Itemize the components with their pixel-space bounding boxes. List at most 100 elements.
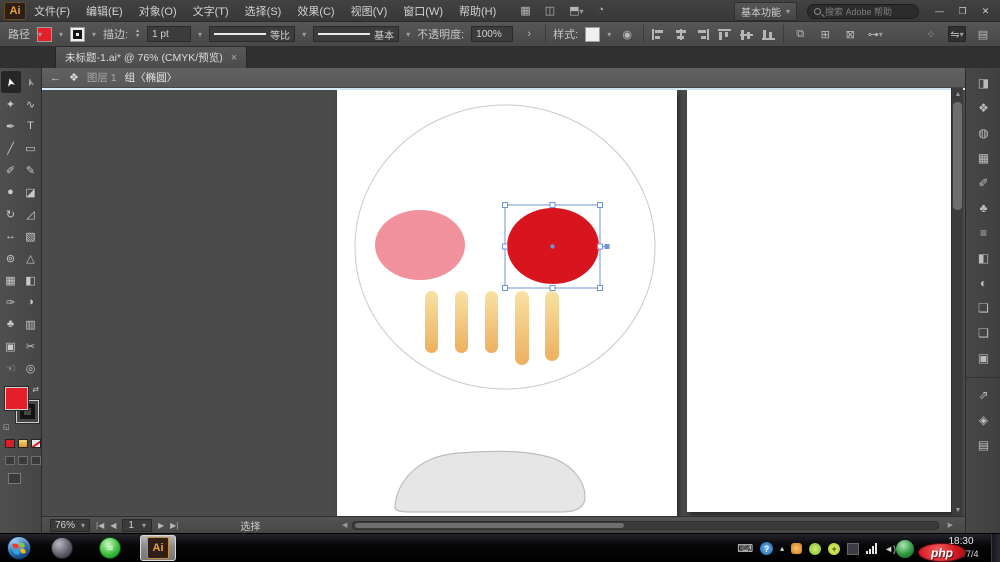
tray-orange-icon[interactable] [791,543,802,554]
shape-mode-icon[interactable]: ⊠ [841,26,859,42]
draw-normal-mode-icon[interactable] [5,456,15,465]
width-tool[interactable]: ↔ [1,225,21,247]
workspace-switcher-button[interactable]: 基本功能 [734,2,797,21]
selection-handle[interactable] [598,203,603,208]
selection-handle[interactable] [598,286,603,291]
zoom-tool[interactable]: ◎ [21,357,41,379]
default-fill-stroke-icon[interactable]: ◱ [3,423,10,431]
stroke-color-swatch[interactable] [70,27,85,42]
menu-object[interactable]: 对象(O) [139,3,177,19]
tooth-bar-5[interactable] [545,291,559,361]
minimize-button[interactable]: — [929,3,950,19]
selection-handle[interactable] [503,286,508,291]
menu-edit[interactable]: 编辑(E) [86,3,123,19]
align-right-icon[interactable] [695,28,710,41]
scroll-down-icon[interactable]: ▼ [952,504,964,516]
tooth-bar-2[interactable] [455,291,468,353]
restore-button[interactable]: ❐ [952,3,973,19]
recolor-artwork-icon[interactable]: ◉ [618,26,636,42]
menu-view[interactable]: 视图(V) [351,3,388,19]
style-dropdown-icon[interactable] [607,28,611,40]
isolate-selected-object-icon[interactable]: ⧉ [791,26,809,42]
last-artboard-button[interactable]: ▶| [170,521,178,530]
paintbrush-tool[interactable]: ✐ [1,159,21,181]
tray-plus-icon[interactable]: + [828,543,840,555]
app-logo[interactable]: Ai [4,2,26,20]
transform-icon[interactable]: ⊞ [816,26,834,42]
align-center-vertical-icon[interactable] [739,28,754,41]
help-search-input[interactable]: 搜索 Adobe 帮助 [807,4,919,19]
appearance-panel-icon[interactable]: ◍ [966,120,1000,145]
selection-center-point[interactable] [550,244,554,248]
tooth-bar-1[interactable] [425,291,438,353]
eyedropper-tool[interactable]: ✑ [1,291,21,313]
links-panel-icon[interactable]: ⇗ [966,382,1000,407]
artboard-number-select[interactable]: 1 [122,519,152,532]
menu-window[interactable]: 窗口(W) [403,3,443,19]
vertical-scrollbar[interactable]: ▲ ▼ [951,88,963,516]
perspective-grid-tool[interactable]: △ [21,247,41,269]
align-bottom-icon[interactable] [761,28,776,41]
swatches-panel-icon[interactable]: ▦ [966,145,1000,170]
panel-toggle-icon[interactable]: ⇋ [948,26,966,42]
scroll-up-icon[interactable]: ▲ [952,88,964,100]
direct-selection-tool[interactable]: ➣ [21,71,41,93]
swap-fill-stroke-icon[interactable]: ⇄ [32,385,39,394]
keyboard-icon[interactable]: ⌨ [737,542,753,555]
show-desktop-button[interactable] [991,534,1000,562]
vertical-scroll-thumb[interactable] [953,102,962,210]
canvas-area[interactable]: ▲ ▼ [42,88,965,516]
graphic-styles-panel-icon[interactable]: ❑ [966,295,1000,320]
previous-artboard-button[interactable]: ◀ [110,521,116,530]
scale-tool[interactable]: ◿ [21,203,41,225]
exit-isolation-icon[interactable]: ← [50,72,61,84]
align-top-icon[interactable] [717,28,732,41]
scroll-left-icon[interactable]: ◀ [342,521,347,529]
taskbar-app-icon-2[interactable]: ≋ [92,535,128,561]
brush-definition-select[interactable]: 基本 [313,26,399,42]
start-button[interactable] [7,536,31,560]
cs-live-icon[interactable]: ◔ [598,4,605,17]
selection-handle[interactable] [550,286,555,291]
rectangle-tool[interactable]: ▭ [21,137,41,159]
screen-mode-button[interactable] [8,473,21,484]
arrange-documents-icon[interactable]: ⬒ [569,4,583,17]
scroll-right-icon[interactable]: ▶ [948,521,953,529]
pen-tool[interactable]: ✒ [1,115,21,137]
stroke-weight-input[interactable]: 1 pt [147,26,191,42]
draw-behind-mode-icon[interactable] [18,456,28,465]
selection-handle[interactable] [598,244,603,249]
stroke-panel-icon[interactable]: ≡ [966,220,1000,245]
selection-handle[interactable] [550,203,555,208]
color-panel-icon[interactable]: ◨ [966,70,1000,95]
stack-icon[interactable]: ◫ [545,4,555,17]
menu-effect[interactable]: 效果(C) [297,3,334,19]
rotate-tool[interactable]: ↻ [1,203,21,225]
mesh-tool[interactable]: ▦ [1,269,21,291]
brushes-panel-icon[interactable]: ✐ [966,170,1000,195]
brush-dropdown-icon[interactable] [406,28,410,40]
transparency-panel-icon[interactable]: ◐ [966,270,1000,295]
draw-inside-mode-icon[interactable] [31,456,41,465]
free-transform-tool[interactable]: ▧ [21,225,41,247]
grid-icon[interactable]: ▤ [974,26,992,42]
zoom-level-select[interactable]: 76% [50,519,90,532]
artboards-panel-icon[interactable]: ▣ [966,345,1000,370]
breadcrumb-layer[interactable]: 图层 1 [87,70,117,85]
close-button[interactable]: ✕ [975,3,996,19]
opacity-input[interactable]: 100% [471,26,513,42]
libraries-panel-icon[interactable]: ▤ [966,432,1000,457]
selection-handle[interactable] [503,203,508,208]
dots-icon[interactable]: ⁘ [922,26,940,42]
menu-select[interactable]: 选择(S) [245,3,282,19]
fill-color-swatch[interactable] [37,27,52,42]
horizontal-scroll-thumb[interactable] [355,523,624,528]
gradient-panel-icon[interactable]: ◧ [966,245,1000,270]
profile-dropdown-icon[interactable] [302,28,306,40]
bridge-icon[interactable]: ▦ [520,4,530,17]
menu-file[interactable]: 文件(F) [34,3,70,19]
horizontal-scrollbar[interactable] [352,521,939,530]
width-profile-select[interactable]: 等比 [209,26,295,42]
document-tab[interactable]: 未标题-1.ai* @ 76% (CMYK/预览) × [55,47,247,68]
type-tool[interactable]: T [21,115,41,137]
